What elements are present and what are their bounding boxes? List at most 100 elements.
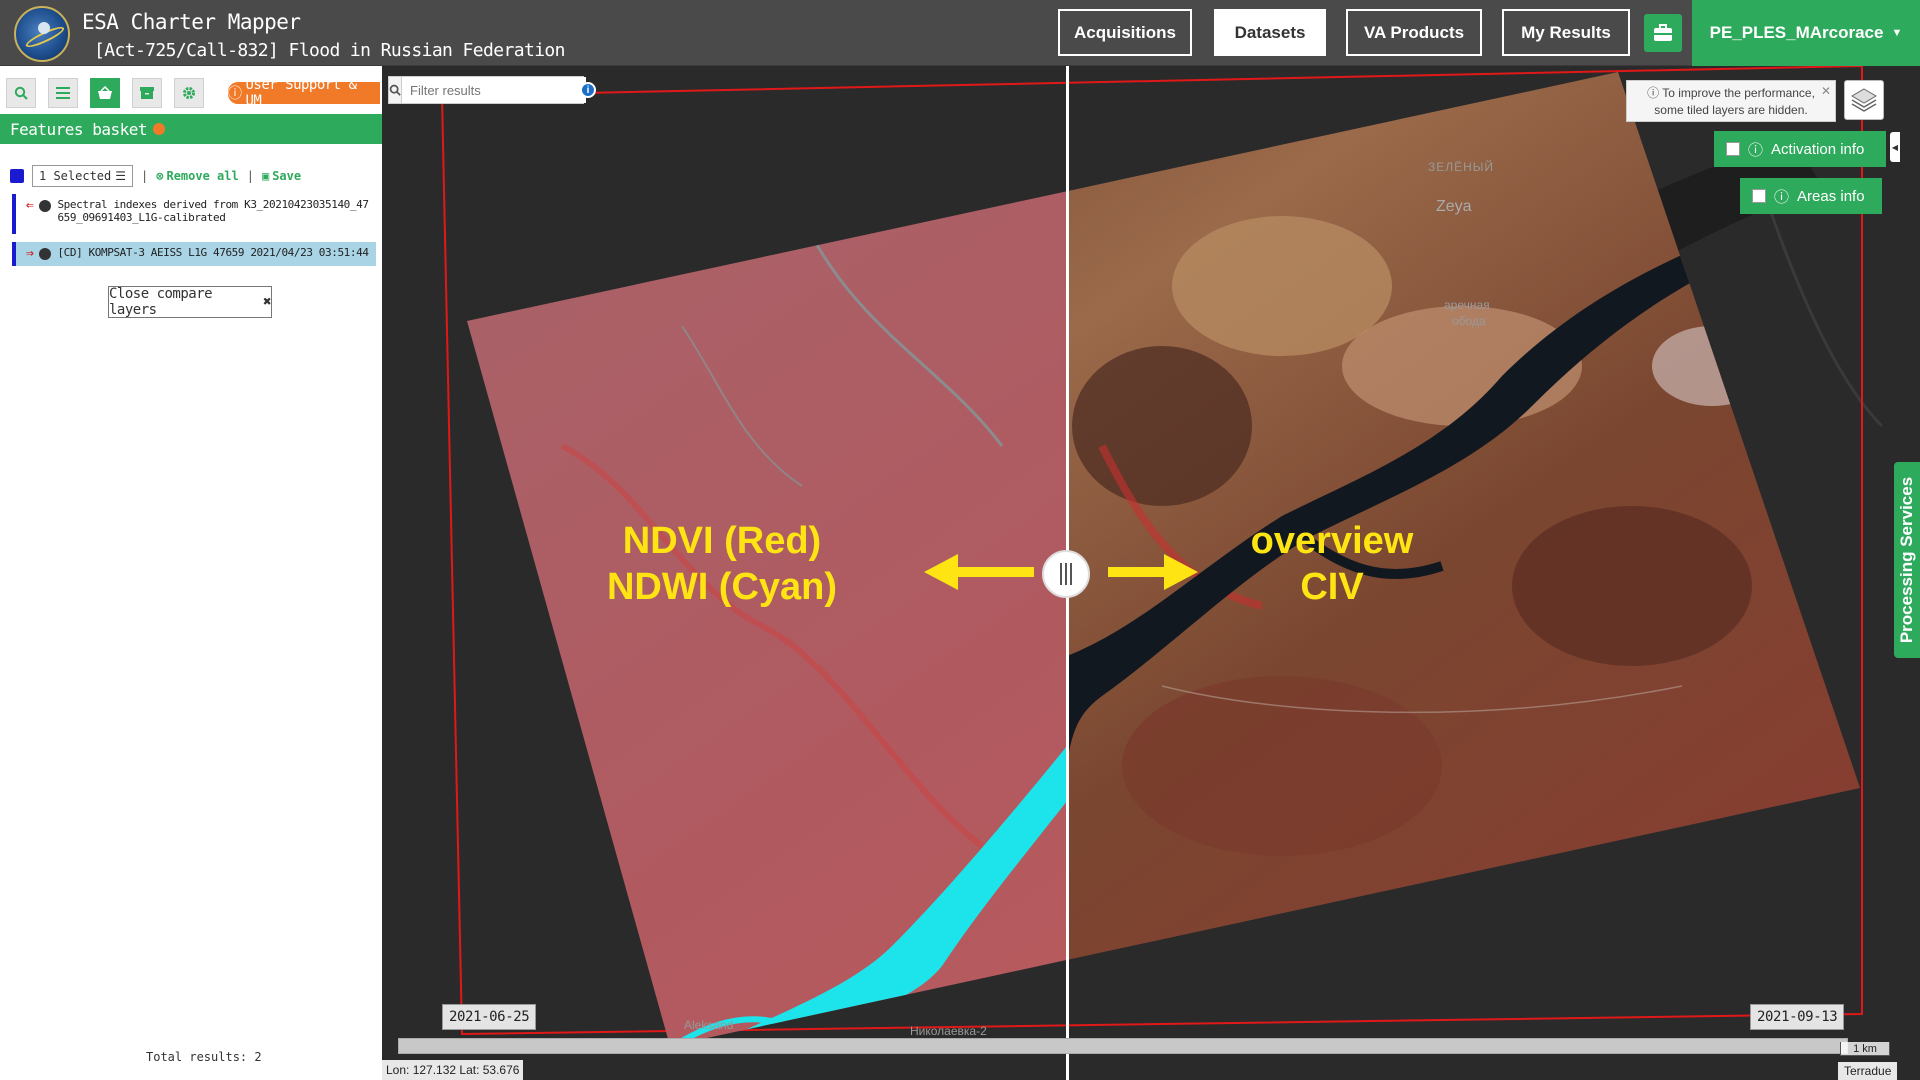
app-header: ESA Charter Mapper [Act-725/Call-832] Fl…: [0, 0, 1920, 66]
nav-my-results-button[interactable]: My Results: [1502, 9, 1630, 56]
annotation-line: CIV: [1300, 566, 1364, 608]
app-title: ESA Charter Mapper: [82, 10, 301, 34]
archive-tool-button[interactable]: [132, 78, 162, 108]
nav-va-products-button[interactable]: VA Products: [1346, 9, 1482, 56]
layers-button[interactable]: [1844, 80, 1884, 120]
user-support-label: User Support & UM: [245, 77, 358, 109]
map-place-label: Николаевка-2: [910, 1024, 987, 1038]
arrow-left-icon[interactable]: ⇐: [26, 198, 34, 230]
map-place-label: ободa: [1452, 314, 1486, 328]
user-menu-dropdown[interactable]: PE_PLES_MArcorace ▼: [1692, 0, 1920, 66]
user-name: PE_PLES_MArcorace: [1709, 23, 1884, 42]
timeline-slider[interactable]: [398, 1038, 1848, 1054]
close-compare-layers-button[interactable]: Close compare layers ✖: [108, 286, 272, 318]
filter-results-box: [388, 76, 586, 104]
briefcase-button[interactable]: [1644, 14, 1682, 52]
processing-services-tab[interactable]: Processing Services: [1894, 462, 1920, 658]
close-icon[interactable]: ✕: [1821, 83, 1831, 100]
annotation-line: NDWI (Cyan): [606, 566, 838, 608]
search-tool-button[interactable]: [6, 78, 36, 108]
selected-dropdown[interactable]: 1 Selected ☰: [32, 165, 134, 187]
activation-title: [Act-725/Call-832] Flood in Russian Fede…: [94, 40, 566, 61]
basket-title: Features basket: [10, 119, 148, 139]
arrow-left-annotation-icon: [924, 554, 1034, 590]
sidebar-toolbar: ⓘ User Support & UM: [0, 77, 382, 109]
activation-info-checkbox[interactable]: [1726, 142, 1740, 156]
user-support-button[interactable]: ⓘ User Support & UM: [228, 77, 380, 109]
areas-info-label: Areas info: [1797, 187, 1865, 205]
globe-icon[interactable]: [39, 200, 52, 212]
performance-notice: ✕ ⓘ To improve the performance, some til…: [1626, 80, 1836, 122]
nav-datasets-button[interactable]: Datasets: [1214, 9, 1326, 56]
compare-slider-handle[interactable]: [1042, 550, 1090, 598]
perf-note-line1: To improve the performance,: [1662, 86, 1815, 100]
areas-info-checkbox[interactable]: [1752, 189, 1766, 203]
basket-item-label: Spectral indexes derived from K3_2021042…: [57, 198, 369, 224]
annotation-line: overview: [1250, 520, 1414, 562]
save-label: Save: [272, 169, 302, 183]
selection-row: 1 Selected ☰ | ⊗ Remove all | ▣ Save: [10, 164, 301, 188]
info-circle-icon: ⓘ: [1647, 86, 1663, 100]
basket-item-kompsat3[interactable]: ⇒ [CD] KOMPSAT-3 AEISS L1G 47659 2021/04…: [12, 242, 376, 266]
settings-tool-button[interactable]: [174, 78, 204, 108]
close-compare-label: Close compare layers: [109, 286, 213, 318]
timeline-end-date: 2021-09-13: [1750, 1004, 1845, 1030]
list-tool-button[interactable]: [48, 78, 78, 108]
info-circle-icon: ⓘ: [1774, 188, 1790, 206]
caret-down-icon: ▼: [1891, 27, 1903, 39]
left-sidebar: ⓘ User Support & UM Features basket 1 Se…: [0, 66, 382, 1080]
map-viewport[interactable]: ЗЕЛЁНЫЙ Zeya аречная ободa Aleksand Нико…: [382, 66, 1920, 1080]
processing-services-label: Processing Services: [1897, 476, 1917, 644]
basket-tool-button[interactable]: [90, 78, 120, 108]
layers-icon: [1851, 88, 1877, 112]
info-circle-icon: ⓘ: [228, 86, 242, 102]
gear-icon: [183, 87, 195, 99]
remove-all-button[interactable]: ⊗ Remove all: [156, 169, 238, 183]
total-results: Total results: 2: [146, 1050, 262, 1064]
nav-acquisitions-button[interactable]: Acquisitions: [1058, 9, 1192, 56]
save-icon: ▣: [261, 169, 270, 183]
info-circle-icon: ⓘ: [1748, 141, 1764, 159]
civ-overview-annotation: overview CIV: [1182, 518, 1482, 610]
activation-info-toggle[interactable]: ⓘ Activation info: [1714, 131, 1886, 167]
collapse-right-panel-button[interactable]: ◀: [1890, 132, 1900, 162]
map-place-label: аречная: [1444, 298, 1490, 312]
basket-item-spectral-indexes[interactable]: ⇐ Spectral indexes derived from K3_20210…: [12, 194, 376, 234]
perf-note-line2: some tiled layers are hidden.: [1654, 103, 1808, 117]
map-attribution: Terradue: [1838, 1062, 1898, 1080]
areas-info-toggle[interactable]: ⓘ Areas info: [1740, 178, 1882, 214]
filter-info-icon[interactable]: i: [580, 82, 596, 98]
features-basket-header: Features basket: [0, 114, 382, 144]
briefcase-icon: [1654, 24, 1672, 41]
map-place-label: Zeya: [1436, 198, 1472, 215]
menu-icon: ☰: [115, 169, 127, 183]
archive-icon: [140, 87, 154, 99]
activation-info-label: Activation info: [1771, 140, 1865, 158]
basket-item-label: [CD] KOMPSAT-3 AEISS L1G 47659 2021/04/2…: [57, 246, 369, 259]
save-button[interactable]: ▣ Save: [262, 169, 301, 183]
map-place-label: Aleksand: [684, 1018, 734, 1032]
search-icon: [14, 86, 28, 100]
list-icon: [56, 87, 70, 99]
filter-results-input[interactable]: [402, 77, 586, 103]
search-icon: [389, 84, 401, 96]
annotation-line: NDVI (Red): [622, 520, 822, 562]
select-all-checkbox[interactable]: [10, 169, 24, 183]
filter-search-button[interactable]: [389, 77, 402, 103]
rss-icon[interactable]: [153, 123, 165, 135]
caret-left-icon: ◀: [1891, 142, 1899, 152]
ndvi-ndwi-annotation: NDVI (Red) NDWI (Cyan): [552, 518, 892, 610]
timeline-start-date: 2021-06-25: [442, 1004, 537, 1030]
cursor-coordinates: Lon: 127.132 Lat: 53.676: [382, 1060, 524, 1080]
map-place-label: ЗЕЛЁНЫЙ: [1428, 160, 1495, 174]
basket-icon: [98, 86, 112, 99]
arrow-right-icon[interactable]: ⇒: [26, 246, 34, 262]
esa-charter-logo-icon: [14, 6, 70, 62]
globe-icon[interactable]: [39, 248, 52, 260]
remove-circle-icon: ⊗: [156, 169, 164, 183]
selected-count: 1 Selected: [39, 169, 112, 183]
close-icon: ✖: [263, 294, 271, 310]
remove-all-label: Remove all: [166, 169, 239, 183]
map-scale: 1 km: [1840, 1042, 1890, 1056]
map-road: [1760, 185, 1884, 428]
